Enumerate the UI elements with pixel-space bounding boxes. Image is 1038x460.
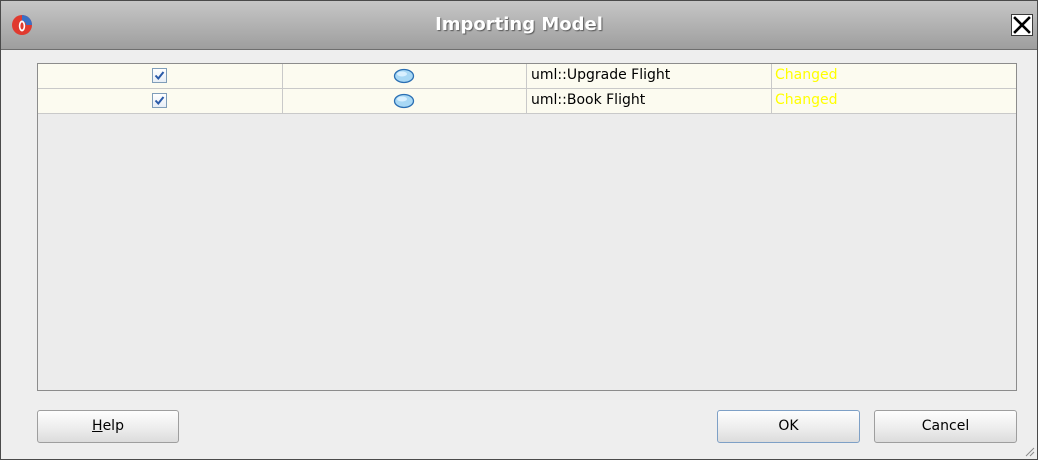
usecase-ellipse-icon <box>393 68 415 84</box>
import-table[interactable]: uml::Upgrade Flight Changed uml::Book Fl… <box>37 63 1017 391</box>
resize-grip-icon[interactable] <box>1023 445 1035 457</box>
row-checkbox[interactable] <box>152 68 167 83</box>
icon-cell <box>283 89 527 113</box>
icon-cell <box>283 64 527 88</box>
table-row[interactable]: uml::Book Flight Changed <box>38 89 1016 114</box>
status-label: Changed <box>775 67 838 83</box>
status-label: Changed <box>775 92 838 108</box>
name-cell: uml::Book Flight <box>527 89 772 113</box>
importing-model-dialog: Importing Model uml::Upgrade Flight Chan… <box>0 0 1038 460</box>
checkmark-icon <box>154 71 165 81</box>
help-button[interactable]: Help <box>37 410 179 443</box>
status-cell: Changed <box>772 89 1016 113</box>
help-label: elp <box>102 418 124 434</box>
table-row[interactable]: uml::Upgrade Flight Changed <box>38 64 1016 89</box>
select-cell[interactable] <box>38 64 283 88</box>
element-name: uml::Upgrade Flight <box>531 67 671 83</box>
status-cell: Changed <box>772 64 1016 88</box>
select-cell[interactable] <box>38 89 283 113</box>
dialog-title: Importing Model <box>435 14 603 35</box>
usecase-ellipse-icon <box>393 93 415 109</box>
checkmark-icon <box>154 96 165 106</box>
row-checkbox[interactable] <box>152 93 167 108</box>
close-button[interactable] <box>1011 14 1033 36</box>
cancel-button[interactable]: Cancel <box>874 410 1017 443</box>
help-mnemonic: H <box>92 418 103 434</box>
ok-button[interactable]: OK <box>717 410 860 443</box>
name-cell: uml::Upgrade Flight <box>527 64 772 88</box>
element-name: uml::Book Flight <box>531 92 646 108</box>
title-bar[interactable]: Importing Model <box>1 1 1037 50</box>
close-icon <box>1013 16 1031 34</box>
